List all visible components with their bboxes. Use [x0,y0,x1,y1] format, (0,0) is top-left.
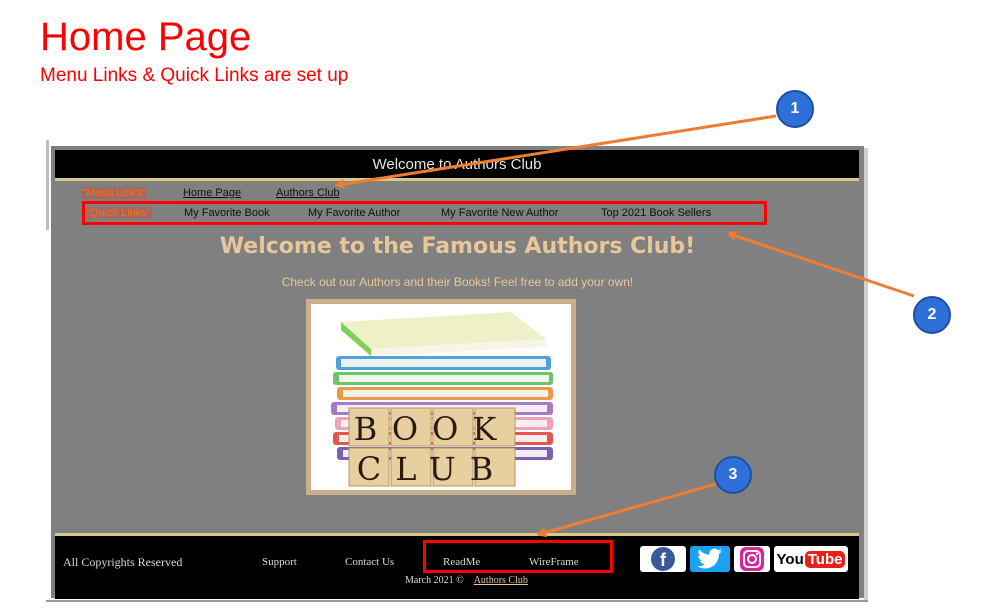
callout-1: 1 [776,90,814,128]
annotation-arrows [334,114,915,538]
arrow-1 [334,114,777,190]
arrow-3 [536,482,717,538]
callout-3: 3 [714,456,752,494]
callout-2: 2 [913,296,951,334]
arrow-2 [726,231,915,298]
